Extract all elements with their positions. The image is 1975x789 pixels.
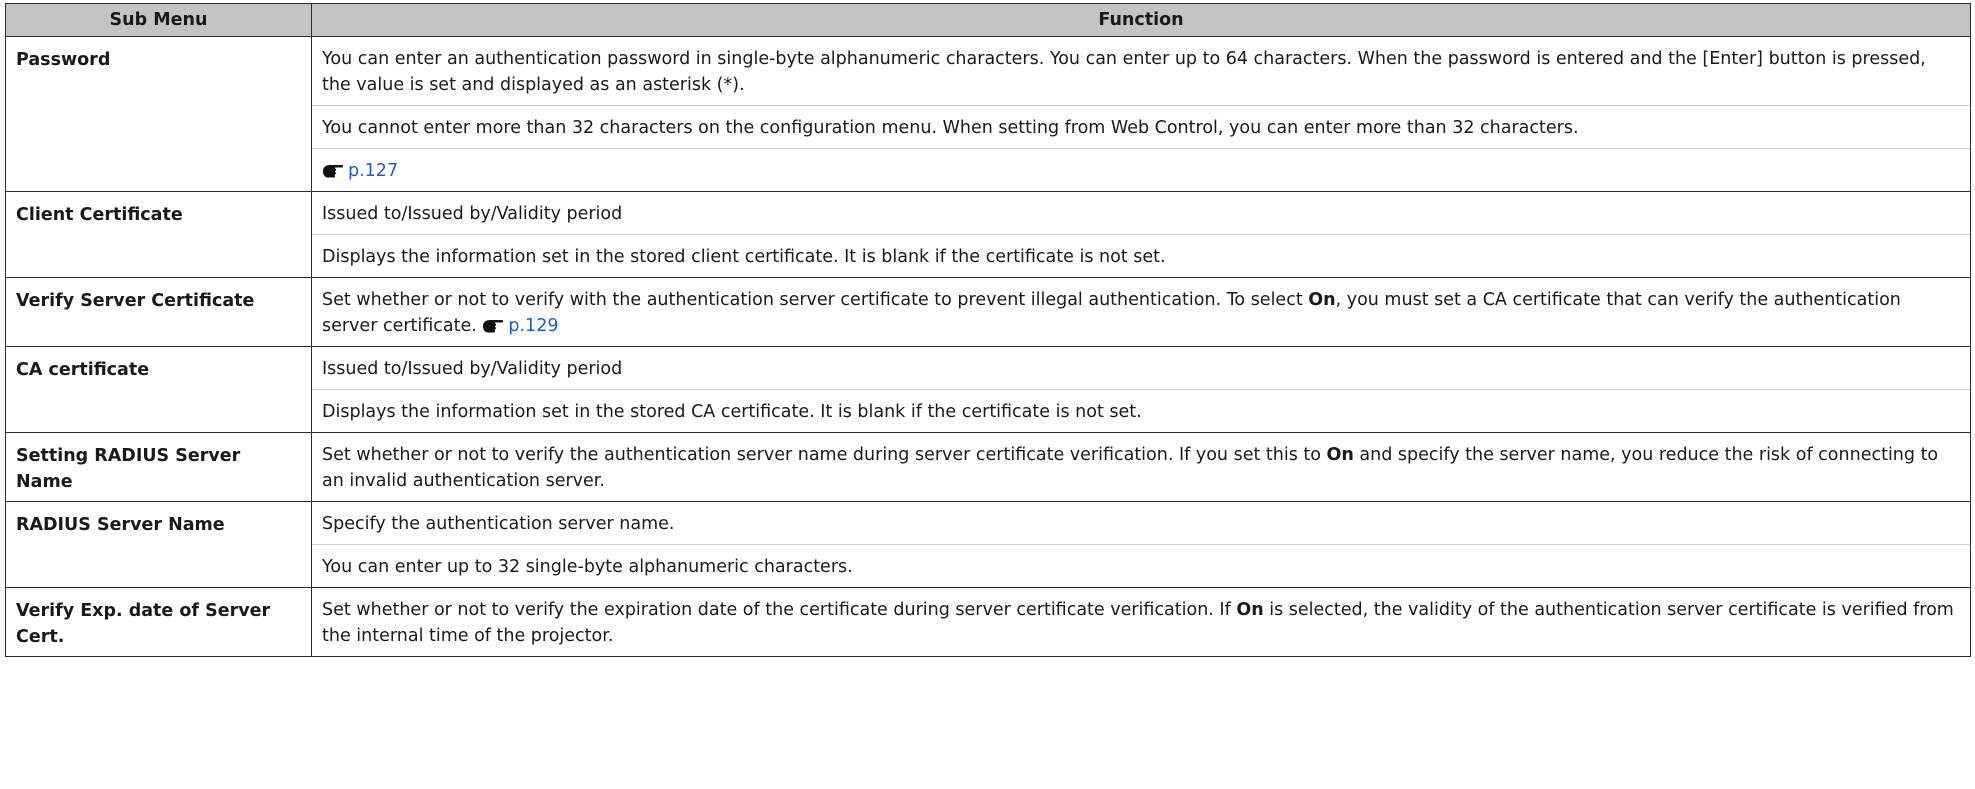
function-cell-verify-exp-date: Set whether or not to verify the expirat… [311,587,1971,657]
sub-menu-verify-exp-date: Verify Exp. date of Server Cert. [5,587,312,657]
sub-menu-ca-certificate: CA certificate [5,346,312,433]
function-text: Specify the authentication server name. [322,514,675,534]
sub-menu-client-certificate: Client Certificate [5,191,312,278]
function-text: Displays the information set in the stor… [312,234,1970,277]
page-link[interactable]: p.127 [348,161,398,181]
function-text: You can enter up to 32 single-byte alpha… [312,544,1970,587]
option-on: On [1308,290,1336,310]
function-text: Set whether or not to verify the expirat… [312,588,1970,656]
function-cell-client-certificate: Issued to/Issued by/Validity period Disp… [311,191,1971,278]
option-on: On [1236,600,1264,620]
sub-menu-setting-radius-server-name: Setting RADIUS Server Name [5,432,312,502]
option-on: On [1326,445,1354,465]
sub-menu-verify-server-certificate: Verify Server Certificate [5,277,312,347]
text-segment: Set whether or not to verify with the au… [322,290,1309,310]
page-reference: p.127 [312,148,1970,191]
column-header-sub-menu: Sub Menu [5,3,312,37]
table-row-radius-server-name: RADIUS Server Name Specify the authentic… [5,501,1971,588]
pointing-hand-icon [482,315,504,333]
function-cell-setting-radius-server-name: Set whether or not to verify the authent… [311,432,1971,502]
function-text: You cannot enter more than 32 characters… [312,105,1970,148]
settings-table: Sub Menu Function Password You can enter… [5,3,1971,657]
function-cell-radius-server-name: Specify the authentication server name. … [311,501,1971,588]
function-cell-ca-certificate: Issued to/Issued by/Validity period Disp… [311,346,1971,433]
table-row-password: Password You can enter an authentication… [5,36,1971,192]
text-segment: Set whether or not to verify the expirat… [322,600,1237,620]
table-row-verify-exp-date: Verify Exp. date of Server Cert. Set whe… [5,587,1971,657]
table-header-row: Sub Menu Function [5,3,1971,37]
page-link[interactable]: p.129 [508,316,558,336]
sub-menu-radius-server-name: RADIUS Server Name [5,501,312,588]
table-row-client-certificate: Client Certificate Issued to/Issued by/V… [5,191,1971,278]
column-header-function: Function [311,3,1971,37]
table-row-setting-radius-server-name: Setting RADIUS Server Name Set whether o… [5,432,1971,502]
function-cell-password: You can enter an authentication password… [311,36,1971,192]
function-text: Displays the information set in the stor… [312,389,1970,432]
function-cell-verify-server-certificate: Set whether or not to verify with the au… [311,277,1971,347]
table-row-ca-certificate: CA certificate Issued to/Issued by/Valid… [5,346,1971,433]
function-text: Set whether or not to verify with the au… [312,278,1970,346]
text-segment: Set whether or not to verify the authent… [322,445,1327,465]
function-text: Set whether or not to verify the authent… [312,433,1970,501]
pointing-hand-icon [322,160,344,178]
function-heading: Issued to/Issued by/Validity period [322,204,623,224]
function-heading: Issued to/Issued by/Validity period [322,359,623,379]
table-row-verify-server-certificate: Verify Server Certificate Set whether or… [5,277,1971,347]
sub-menu-password: Password [5,36,312,192]
function-text: You can enter an authentication password… [322,49,1926,95]
